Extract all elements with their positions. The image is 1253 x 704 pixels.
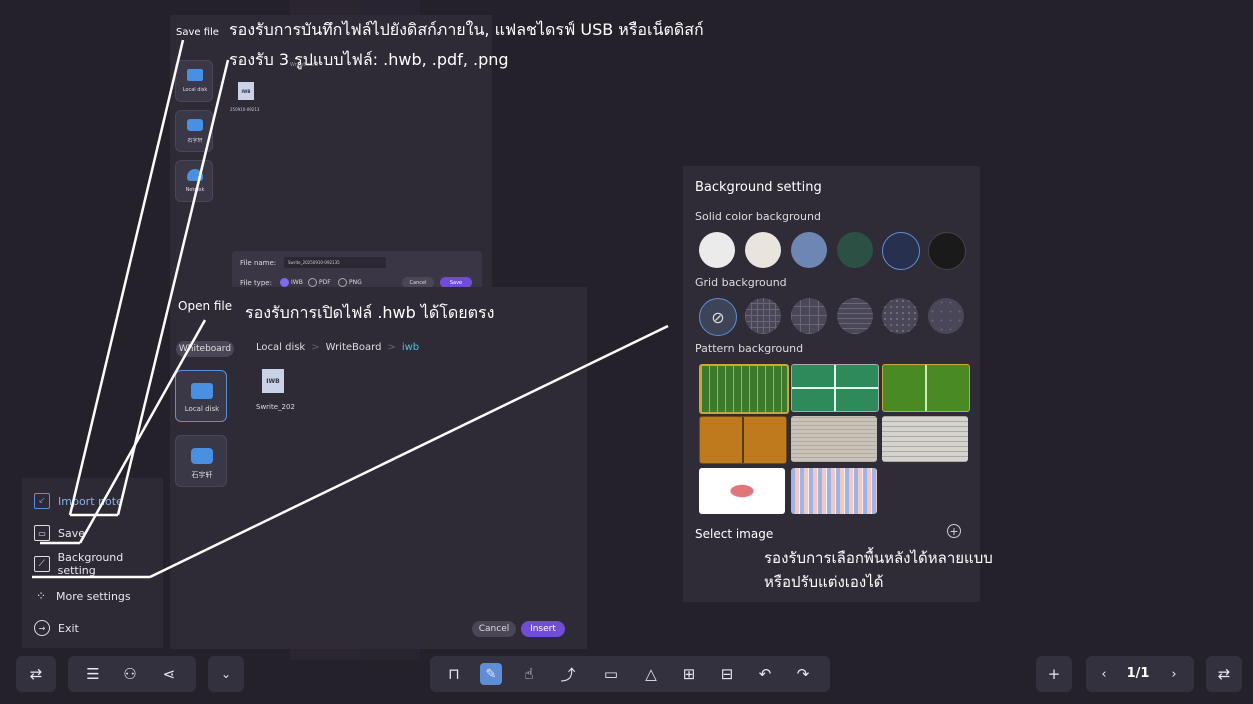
swap-toolbar-icon[interactable]: ⇄ [25,663,47,685]
lock-icon[interactable]: ⊓ [443,663,465,685]
select-pointer-icon[interactable]: ⤴ [557,663,579,685]
prev-page-icon[interactable]: ‹ [1093,663,1115,685]
share-icon[interactable]: ⋖ [158,663,180,685]
swap-toolbar-icon[interactable]: ⇄ [1213,663,1235,685]
chevron-down-icon[interactable]: ⌄ [215,663,237,685]
redo-icon[interactable]: ↷ [792,663,814,685]
ruler-icon[interactable]: ▭ [600,663,622,685]
table-icon[interactable]: ⊞ [678,663,700,685]
pen-icon[interactable]: ✎ [480,663,502,685]
hand-icon[interactable]: ☝ [518,663,540,685]
callout-lines [32,39,669,579]
add-page-icon[interactable]: + [1043,663,1065,685]
page-indicator: 1/1 [1126,666,1150,681]
undo-icon[interactable]: ↶ [754,663,776,685]
users-icon[interactable]: ⚇ [119,663,141,685]
next-page-icon[interactable]: › [1163,663,1185,685]
toolbox-icon[interactable]: ⊟ [716,663,738,685]
menu-icon[interactable]: ☰ [82,663,104,685]
shapes-icon[interactable]: △ [640,663,662,685]
